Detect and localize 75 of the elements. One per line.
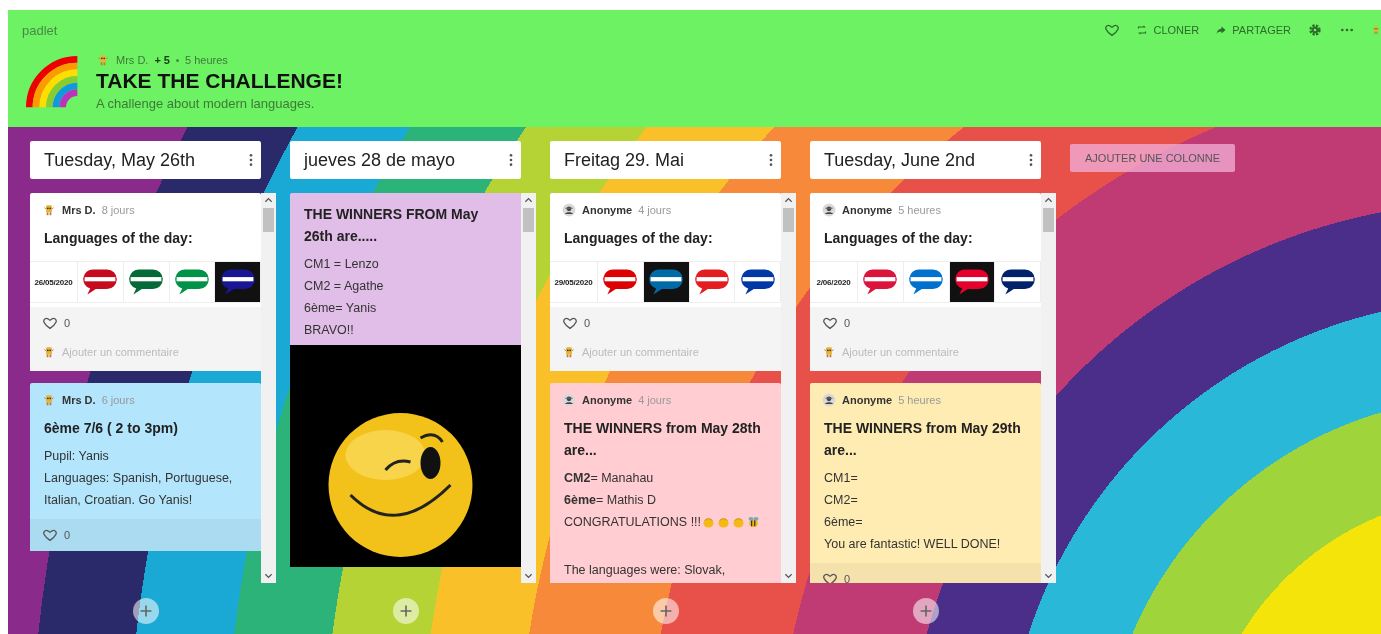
heart-icon[interactable] [42, 315, 58, 331]
avatar-icon [822, 345, 836, 359]
post-title: THE WINNERS FROM May 26th are..... [303, 205, 480, 246]
clone-button[interactable]: CLONER [1136, 24, 1200, 36]
like-count: 0 [584, 317, 591, 329]
author-name: Mrs D. [62, 204, 96, 216]
avatar-icon [96, 53, 110, 67]
post-text: The languages were: Slovak, [564, 562, 726, 579]
share-button[interactable]: PARTAGER [1215, 24, 1291, 36]
scrollbar[interactable] [521, 193, 536, 583]
column-title: Tuesday, June 2nd [824, 149, 976, 171]
post-time: 5 heures [898, 394, 941, 406]
post-title: THE WINNERS from May 29th are... [823, 419, 1022, 460]
like-count: 0 [64, 529, 71, 541]
avatar-icon [42, 345, 56, 359]
add-column-button[interactable]: AJOUTER UNE COLONNE [1070, 144, 1236, 172]
heart-icon[interactable] [822, 571, 838, 583]
scrollbar-thumb[interactable] [263, 208, 274, 232]
post-text: CONGRATULATIONS !!! [564, 514, 702, 531]
column-title: Tuesday, May 26th [44, 149, 196, 171]
board-description: A challenge about modern languages. [96, 96, 316, 111]
author-name: Anonyme [842, 204, 893, 216]
post-title: Languages of the day: [43, 229, 194, 248]
add-post-icon[interactable] [132, 598, 159, 624]
column-title: Freitag 29. Mai [564, 149, 685, 171]
post-title: Languages of the day: [563, 229, 714, 248]
heart-icon[interactable] [562, 315, 578, 331]
like-count: 0 [64, 317, 71, 329]
separator-dot [176, 58, 179, 62]
author-name: Anonyme [842, 394, 893, 406]
post-title: THE WINNERS from May 28th are... [563, 419, 762, 460]
post-text: CM2 = Agathe [304, 278, 384, 295]
post-text: CM2= [824, 492, 858, 509]
column-title: jueves 28 de mayo [304, 149, 456, 171]
avatar-icon [562, 345, 576, 359]
scrollbar-thumb[interactable] [523, 208, 534, 232]
like-count: 0 [844, 573, 851, 583]
share-icon [1215, 24, 1228, 36]
updated-time: 5 heures [185, 54, 228, 66]
post-text: 6ème= Yanis [304, 300, 377, 317]
post-text: BRAVO!! [304, 322, 354, 339]
scrollbar-thumb[interactable] [1043, 208, 1054, 232]
scrollbar[interactable] [1041, 193, 1056, 583]
post-text: Pupil: Yanis [44, 448, 109, 465]
post-time: 4 jours [638, 394, 672, 406]
post-title: 6ème 7/6 ( 2 to 3pm) [43, 419, 179, 438]
heart-icon[interactable] [822, 315, 838, 331]
author-name: Mrs D. [62, 394, 96, 406]
author-name: Mrs D. [116, 54, 149, 66]
board-title: TAKE THE CHALLENGE! [96, 69, 343, 93]
scrollbar[interactable] [261, 193, 276, 583]
post-time: 4 jours [638, 204, 672, 216]
post-text: CM1 = Lenzo [304, 256, 379, 273]
post-time: 5 heures [898, 204, 941, 216]
rainbow-icon [24, 54, 80, 110]
post-text: 6ème= [824, 514, 863, 531]
heart-icon[interactable] [42, 527, 58, 543]
author-name: Anonyme [582, 394, 633, 406]
settings-icon[interactable] [1307, 22, 1323, 38]
post-text: 6ème= Mathis D [564, 492, 657, 509]
author-name: Anonyme [582, 204, 633, 216]
post-time: 6 jours [101, 394, 135, 406]
post-text: CM2= Manahau [564, 470, 654, 487]
add-post-icon[interactable] [912, 598, 939, 624]
post-text: CM1= [824, 470, 858, 487]
like-count: 0 [844, 317, 851, 329]
post-text: You are fantastic! WELL DONE! [824, 536, 1001, 553]
post-time: 8 jours [101, 204, 135, 216]
scrollbar[interactable] [781, 193, 796, 583]
scrollbar-thumb[interactable] [783, 208, 794, 232]
contributor-count: + 5 [154, 54, 170, 66]
heart-icon[interactable] [1104, 22, 1121, 38]
post-text: Languages: Spanish, Portuguese, Italian, Croatian. Go Yanis! [44, 470, 234, 509]
post-title: Languages of the day: [823, 229, 974, 248]
brand-logo[interactable]: padlet [22, 22, 58, 38]
